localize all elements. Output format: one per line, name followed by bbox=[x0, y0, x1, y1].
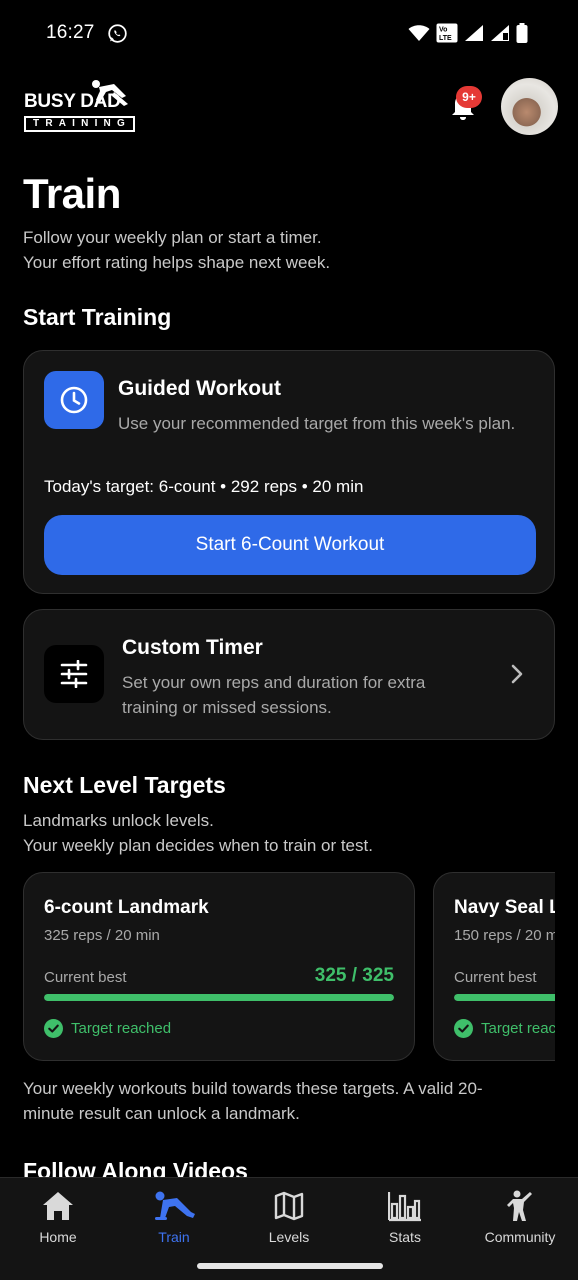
landmark-card[interactable]: Navy Seal Landmark 150 reps / 20 min Cur… bbox=[433, 872, 555, 1061]
sliders-icon bbox=[44, 645, 104, 703]
current-best-value: 325 / 325 bbox=[314, 965, 394, 986]
chevron-right-icon bbox=[511, 664, 523, 684]
nav-train[interactable]: Train bbox=[116, 1178, 232, 1258]
landmark-status: Target reached bbox=[44, 1019, 171, 1038]
logo-text-bottom: TRAINING bbox=[33, 118, 131, 129]
page-subtitle: Follow your weekly plan or start a timer… bbox=[23, 226, 330, 275]
custom-timer-description: Set your own reps and duration for extra… bbox=[122, 673, 426, 717]
landmark-meta: 150 reps / 20 min bbox=[454, 927, 555, 944]
logo-text-top: BUSY DAD bbox=[24, 91, 121, 112]
person-icon bbox=[507, 1190, 532, 1221]
landmark-progress-bar bbox=[44, 994, 394, 1001]
bar-chart-icon bbox=[388, 1192, 421, 1222]
start-training-heading: Start Training bbox=[23, 304, 172, 330]
next-level-sub-line1: Landmarks unlock levels. bbox=[23, 811, 214, 830]
pushup-icon bbox=[155, 1191, 195, 1220]
start-workout-button[interactable]: Start 6-Count Workout bbox=[44, 515, 536, 575]
next-level-subtitle: Landmarks unlock levels. Your weekly pla… bbox=[23, 809, 373, 858]
guided-workout-description: Use your recommended target from this we… bbox=[118, 414, 516, 433]
next-level-sub-line2: Your weekly plan decides when to train o… bbox=[23, 835, 373, 855]
nav-train-label: Train bbox=[158, 1229, 190, 1245]
svg-text:Vo: Vo bbox=[439, 27, 447, 34]
page-title: Train bbox=[23, 170, 121, 217]
wifi-icon bbox=[408, 25, 430, 41]
nav-levels[interactable]: Levels bbox=[231, 1178, 347, 1258]
brand-logo: BUSY DAD TRAINING bbox=[24, 78, 136, 134]
guided-workout-title: Guided Workout bbox=[118, 377, 281, 400]
signal-icon bbox=[465, 25, 483, 41]
status-bar: 16:27 Vo LTE bbox=[0, 0, 578, 66]
check-circle-icon bbox=[454, 1019, 473, 1038]
avatar[interactable] bbox=[501, 78, 558, 135]
nav-home[interactable]: Home bbox=[0, 1178, 116, 1258]
notification-badge: 9+ bbox=[456, 86, 482, 108]
logo-text-box: TRAINING bbox=[24, 116, 135, 132]
next-level-heading: Next Level Targets bbox=[23, 772, 226, 798]
nav-stats[interactable]: Stats bbox=[347, 1178, 463, 1258]
nav-community-label: Community bbox=[484, 1229, 556, 1245]
current-best-label: Current best bbox=[44, 969, 127, 986]
page-subtitle-line2: Your effort rating helps shape next week… bbox=[23, 252, 331, 272]
home-indicator[interactable] bbox=[197, 1263, 383, 1269]
clock-icon bbox=[44, 371, 104, 429]
current-best-label: Current best bbox=[454, 969, 537, 986]
landmark-title: Navy Seal Landmark bbox=[454, 897, 555, 918]
nav-stats-label: Stats bbox=[389, 1229, 421, 1245]
signal-roaming-icon bbox=[491, 25, 509, 41]
custom-timer-card[interactable]: Custom Timer Set your own reps and durat… bbox=[23, 609, 555, 740]
landmark-status: Target reached bbox=[454, 1019, 555, 1038]
nav-community[interactable]: Community bbox=[462, 1178, 578, 1258]
landmark-carousel[interactable]: 6-count Landmark 325 reps / 20 min Curre… bbox=[0, 872, 555, 1062]
landmark-status-text: Target reached bbox=[481, 1020, 555, 1037]
landmark-footer-text: Your weekly workouts build towards these… bbox=[23, 1079, 483, 1123]
whatsapp-icon bbox=[108, 24, 127, 43]
guided-workout-card: Guided Workout Use your recommended targ… bbox=[23, 350, 555, 594]
battery-icon bbox=[516, 23, 528, 43]
page-subtitle-line1: Follow your weekly plan or start a timer… bbox=[23, 228, 322, 247]
landmark-progress-fill bbox=[44, 994, 394, 1001]
volte-icon: VoLTE bbox=[436, 23, 458, 43]
svg-text:LTE: LTE bbox=[439, 35, 452, 42]
check-circle-icon bbox=[44, 1019, 63, 1038]
landmark-meta: 325 reps / 20 min bbox=[44, 927, 160, 944]
home-icon bbox=[43, 1192, 73, 1220]
todays-target: Today's target: 6-count • 292 reps • 20 … bbox=[44, 477, 364, 496]
nav-levels-label: Levels bbox=[268, 1229, 310, 1245]
landmark-progress-bar bbox=[454, 994, 555, 1001]
landmark-card[interactable]: 6-count Landmark 325 reps / 20 min Curre… bbox=[23, 872, 415, 1061]
status-time: 16:27 bbox=[46, 22, 95, 43]
landmark-progress-fill bbox=[454, 994, 555, 1001]
nav-home-label: Home bbox=[39, 1229, 77, 1245]
landmark-title: 6-count Landmark bbox=[44, 897, 209, 918]
landmark-status-text: Target reached bbox=[71, 1020, 172, 1037]
map-icon bbox=[274, 1191, 304, 1221]
custom-timer-title: Custom Timer bbox=[122, 636, 263, 659]
